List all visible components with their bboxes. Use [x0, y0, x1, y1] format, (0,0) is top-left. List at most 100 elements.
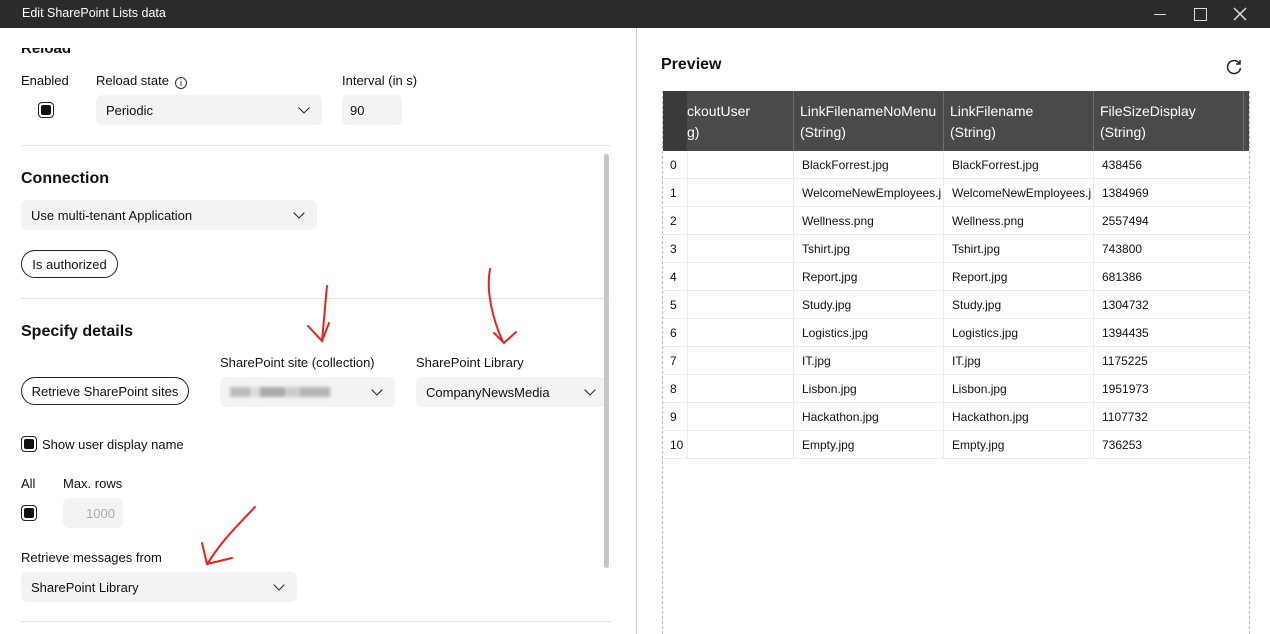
sharepoint-site-select[interactable]	[220, 377, 395, 407]
link-filename-nomenu-cell: Logistics.jpg	[793, 319, 943, 347]
table-row[interactable]: 10 Empty.jpg Empty.jpg 736253	[663, 431, 1249, 459]
link-filename-nomenu-cell: Lisbon.jpg	[793, 375, 943, 403]
link-filename-nomenu-cell: Wellness.png	[793, 207, 943, 235]
table-row[interactable]: 3 Tshirt.jpg Tshirt.jpg 743800	[663, 235, 1249, 263]
chevron-down-icon	[298, 102, 310, 114]
connection-heading: Connection	[21, 170, 109, 187]
file-size-cell: 743800	[1093, 235, 1243, 263]
checkout-user-cell	[687, 291, 793, 319]
enabled-checkbox[interactable]	[38, 102, 54, 118]
connection-mode-select[interactable]: Use multi-tenant Application	[21, 200, 317, 230]
link-filename-nomenu-cell: Hackathon.jpg	[793, 403, 943, 431]
retrieve-messages-from-label: Retrieve messages from	[21, 550, 162, 565]
refresh-icon[interactable]	[1225, 58, 1243, 76]
table-row[interactable]: 2 Wellness.png Wellness.png 2557494	[663, 207, 1249, 235]
link-filename-nomenu-cell: Tshirt.jpg	[793, 235, 943, 263]
all-label: All	[21, 476, 36, 491]
all-rows-checkbox[interactable]	[21, 505, 37, 521]
column-header[interactable]	[1243, 91, 1249, 151]
reload-state-select[interactable]: Periodic	[96, 95, 322, 125]
file-size-cell: 1394435	[1093, 319, 1243, 347]
row-index-cell: 0	[670, 158, 677, 172]
chevron-down-icon	[584, 384, 596, 396]
row-index-cell: 8	[670, 382, 677, 396]
link-filename-cell: IT.jpg	[943, 347, 1093, 375]
link-filename-cell: WelcomeNewEmployees.j	[943, 179, 1093, 207]
file-size-cell: 1175225	[1093, 347, 1243, 375]
link-filename-nomenu-cell: Study.jpg	[793, 291, 943, 319]
link-filename-nomenu-cell: IT.jpg	[793, 347, 943, 375]
retrieve-messages-from-select[interactable]: SharePoint Library	[21, 572, 297, 602]
table-row[interactable]: 0 BlackForrest.jpg BlackForrest.jpg 438456	[663, 151, 1249, 179]
file-size-cell: 438456	[1093, 151, 1243, 179]
file-size-cell: 1107732	[1093, 403, 1243, 431]
window-title: Edit SharePoint Lists data	[22, 6, 166, 20]
max-rows-input[interactable]: 1000	[63, 498, 123, 528]
link-filename-cell: Wellness.png	[943, 207, 1093, 235]
settings-scrollbar[interactable]	[604, 154, 609, 568]
checkout-user-cell	[687, 207, 793, 235]
link-filename-nomenu-cell: Report.jpg	[793, 263, 943, 291]
table-row[interactable]: 4 Report.jpg Report.jpg 681386	[663, 263, 1249, 291]
info-icon[interactable]: i	[175, 77, 187, 89]
file-size-cell: 681386	[1093, 263, 1243, 291]
max-rows-label: Max. rows	[63, 476, 123, 491]
link-filename-cell: Logistics.jpg	[943, 319, 1093, 347]
link-filename-nomenu-cell: BlackForrest.jpg	[793, 151, 943, 179]
table-row[interactable]: 7 IT.jpg IT.jpg 1175225	[663, 347, 1249, 375]
interval-input[interactable]: 90	[342, 95, 402, 125]
link-filename-cell: Empty.jpg	[943, 431, 1093, 459]
checkout-user-cell	[687, 431, 793, 459]
link-filename-cell: Hackathon.jpg	[943, 403, 1093, 431]
section-divider	[21, 298, 611, 299]
scroll-mask	[0, 28, 636, 48]
preview-title: Preview	[661, 56, 722, 73]
row-index-cell: 1	[670, 186, 677, 200]
preview-panel: Preview ckoutUser g) LinkFilenameNoMenu (S…	[637, 28, 1270, 634]
column-header[interactable]: LinkFilenameNoMenu (String)	[793, 91, 943, 151]
checkout-user-cell	[687, 151, 793, 179]
is-authorized-button[interactable]: Is authorized	[21, 250, 118, 278]
checkout-user-cell	[687, 403, 793, 431]
link-filename-cell: BlackForrest.jpg	[943, 151, 1093, 179]
sharepoint-site-label: SharePoint site (collection)	[220, 355, 375, 370]
column-header[interactable]: LinkFilename (String)	[943, 91, 1093, 151]
window-titlebar: Edit SharePoint Lists data	[0, 0, 1270, 28]
table-row[interactable]: 6 Logistics.jpg Logistics.jpg 1394435	[663, 319, 1249, 347]
specify-details-heading: Specify details	[21, 323, 134, 340]
row-index-cell: 3	[670, 242, 677, 256]
checkout-user-cell	[687, 375, 793, 403]
preview-table[interactable]: ckoutUser g) LinkFilenameNoMenu (String) L…	[662, 91, 1250, 634]
settings-panel: Reload Enabled Reload state i Interval (i…	[0, 28, 636, 634]
section-divider	[21, 145, 611, 146]
checkout-user-cell	[687, 179, 793, 207]
column-header[interactable]: FileSizeDisplay (String)	[1093, 91, 1243, 151]
checkout-user-cell	[687, 347, 793, 375]
chevron-down-icon	[371, 384, 383, 396]
chevron-down-icon	[273, 579, 285, 591]
maximize-icon	[1193, 7, 1207, 21]
file-size-cell: 1304732	[1093, 291, 1243, 319]
maximize-button[interactable]	[1180, 0, 1220, 28]
file-size-cell: 2557494	[1093, 207, 1243, 235]
link-filename-cell: Report.jpg	[943, 263, 1093, 291]
close-button[interactable]	[1220, 0, 1260, 28]
table-row[interactable]: 5 Study.jpg Study.jpg 1304732	[663, 291, 1249, 319]
row-index-cell: 10	[670, 438, 684, 452]
minimize-button[interactable]	[1140, 0, 1180, 28]
file-size-cell: 1384969	[1093, 179, 1243, 207]
retrieve-sharepoint-sites-button[interactable]: Retrieve SharePoint sites	[21, 377, 189, 405]
close-icon	[1233, 7, 1247, 21]
table-row[interactable]: 1 WelcomeNewEmployees.j WelcomeNewEmployee…	[663, 179, 1249, 207]
checkout-user-cell	[687, 235, 793, 263]
table-row[interactable]: 8 Lisbon.jpg Lisbon.jpg 1951973	[663, 375, 1249, 403]
show-user-display-name-checkbox[interactable]	[21, 436, 37, 452]
link-filename-nomenu-cell: WelcomeNewEmployees.j	[793, 179, 943, 207]
sharepoint-library-select[interactable]: CompanyNewsMedia	[416, 377, 608, 407]
table-row[interactable]: 9 Hackathon.jpg Hackathon.jpg 1107732	[663, 403, 1249, 431]
row-index-cell: 9	[670, 410, 677, 424]
column-header[interactable]: ckoutUser g)	[687, 91, 793, 151]
redacted-site-name	[230, 387, 330, 397]
interval-label: Interval (in s)	[342, 73, 418, 88]
link-filename-nomenu-cell: Empty.jpg	[793, 431, 943, 459]
